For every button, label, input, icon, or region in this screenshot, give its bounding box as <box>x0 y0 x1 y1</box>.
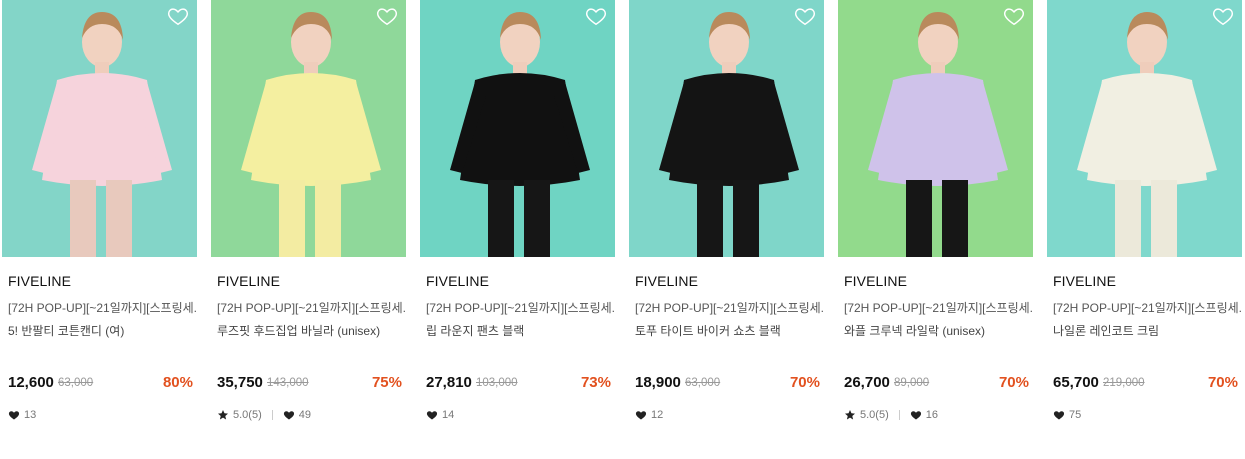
wishlist-heart-icon[interactable] <box>794 5 816 27</box>
likes: 12 <box>635 409 663 421</box>
heart-icon <box>1053 409 1065 421</box>
brand-name[interactable]: FIVELINE <box>635 273 698 289</box>
product-image[interactable] <box>420 0 615 257</box>
rating: 5.0(5) <box>844 409 889 421</box>
original-price: 89,000 <box>894 377 930 389</box>
likes: 14 <box>426 409 454 421</box>
product-card[interactable]: FIVELINE [72H POP-UP][~21일까지][스프링세... 립 … <box>420 0 616 459</box>
product-meta: 5.0(5) 16 <box>844 408 938 422</box>
product-meta: 12 <box>635 408 663 422</box>
sale-price: 35,750 <box>217 374 263 391</box>
wishlist-heart-icon[interactable] <box>167 5 189 27</box>
original-price: 63,000 <box>685 377 721 389</box>
brand-name[interactable]: FIVELINE <box>426 273 489 289</box>
likes-count: 12 <box>651 409 664 421</box>
heart-icon <box>635 409 647 421</box>
original-price: 219,000 <box>1103 377 1145 389</box>
product-photo <box>1047 0 1242 257</box>
product-title-line1[interactable]: [72H POP-UP][~21일까지][스프링세... <box>1053 299 1243 316</box>
product-image[interactable] <box>2 0 197 257</box>
likes: 75 <box>1053 409 1081 421</box>
product-meta: 5.0(5) 49 <box>217 408 311 422</box>
product-photo <box>211 0 406 257</box>
meta-divider <box>898 410 900 420</box>
likes: 13 <box>8 409 36 421</box>
product-photo <box>420 0 615 257</box>
product-photo <box>629 0 824 257</box>
product-photo <box>838 0 1033 257</box>
discount-rate: 70% <box>789 374 820 391</box>
product-card[interactable]: FIVELINE [72H POP-UP][~21일까지][스프링세... 토푸… <box>629 0 825 459</box>
product-title-line2[interactable]: 나일론 레인코트 크림 <box>1053 322 1243 339</box>
product-card[interactable]: FIVELINE [72H POP-UP][~21일까지][스프링세... 5!… <box>2 0 198 459</box>
likes-count: 75 <box>1069 409 1082 421</box>
product-title-line1[interactable]: [72H POP-UP][~21일까지][스프링세... <box>217 299 407 316</box>
likes: 49 <box>283 409 311 421</box>
likes-count: 49 <box>298 409 311 421</box>
sale-price: 65,700 <box>1053 374 1099 391</box>
product-title-line1[interactable]: [72H POP-UP][~21일까지][스프링세... <box>8 299 198 316</box>
likes: 16 <box>910 409 938 421</box>
brand-name[interactable]: FIVELINE <box>217 273 280 289</box>
discount-rate: 70% <box>998 374 1029 391</box>
heart-icon <box>426 409 438 421</box>
discount-rate: 73% <box>580 374 611 391</box>
meta-divider <box>271 410 273 420</box>
sale-price: 27,810 <box>426 374 472 391</box>
discount-rate: 70% <box>1207 374 1238 391</box>
product-photo <box>2 0 197 257</box>
product-title-line2[interactable]: 립 라운지 팬츠 블랙 <box>426 322 616 339</box>
original-price: 103,000 <box>476 377 518 389</box>
likes-count: 16 <box>925 409 938 421</box>
product-image[interactable] <box>1047 0 1242 257</box>
product-title-line2[interactable]: 토푸 타이트 바이커 쇼츠 블랙 <box>635 322 825 339</box>
product-title-line2[interactable]: 5! 반팔티 코튼캔디 (여) <box>8 322 198 339</box>
star-icon <box>217 409 229 421</box>
rating: 5.0(5) <box>217 409 262 421</box>
product-meta: 13 <box>8 408 36 422</box>
wishlist-heart-icon[interactable] <box>1212 5 1234 27</box>
heart-icon <box>910 409 922 421</box>
wishlist-heart-icon[interactable] <box>585 5 607 27</box>
heart-icon <box>283 409 295 421</box>
brand-name[interactable]: FIVELINE <box>844 273 907 289</box>
wishlist-heart-icon[interactable] <box>1003 5 1025 27</box>
product-title-line2[interactable]: 루즈핏 후드집업 바닐라 (unisex) <box>217 322 407 339</box>
sale-price: 18,900 <box>635 374 681 391</box>
product-title-line1[interactable]: [72H POP-UP][~21일까지][스프링세... <box>635 299 825 316</box>
likes-count: 13 <box>24 409 37 421</box>
brand-name[interactable]: FIVELINE <box>1053 273 1116 289</box>
sale-price: 26,700 <box>844 374 890 391</box>
product-title-line1[interactable]: [72H POP-UP][~21일까지][스프링세... <box>844 299 1034 316</box>
product-meta: 75 <box>1053 408 1081 422</box>
product-title-line2[interactable]: 와플 크루넥 라일락 (unisex) <box>844 322 1034 339</box>
product-image[interactable] <box>838 0 1033 257</box>
brand-name[interactable]: FIVELINE <box>8 273 71 289</box>
product-card[interactable]: FIVELINE [72H POP-UP][~21일까지][스프링세... 와플… <box>838 0 1034 459</box>
star-icon <box>844 409 856 421</box>
heart-icon <box>8 409 20 421</box>
original-price: 143,000 <box>267 377 309 389</box>
product-card[interactable]: FIVELINE [72H POP-UP][~21일까지][스프링세... 나일… <box>1047 0 1243 459</box>
discount-rate: 75% <box>371 374 402 391</box>
original-price: 63,000 <box>58 377 94 389</box>
likes-count: 14 <box>442 409 455 421</box>
rating-text: 5.0(5) <box>233 409 262 421</box>
discount-rate: 80% <box>162 374 193 391</box>
product-card[interactable]: FIVELINE [72H POP-UP][~21일까지][스프링세... 루즈… <box>211 0 407 459</box>
wishlist-heart-icon[interactable] <box>376 5 398 27</box>
product-meta: 14 <box>426 408 454 422</box>
product-grid: FIVELINE [72H POP-UP][~21일까지][스프링세... 5!… <box>0 0 1245 459</box>
product-image[interactable] <box>211 0 406 257</box>
product-title-line1[interactable]: [72H POP-UP][~21일까지][스프링세... <box>426 299 616 316</box>
product-image[interactable] <box>629 0 824 257</box>
sale-price: 12,600 <box>8 374 54 391</box>
rating-text: 5.0(5) <box>860 409 889 421</box>
